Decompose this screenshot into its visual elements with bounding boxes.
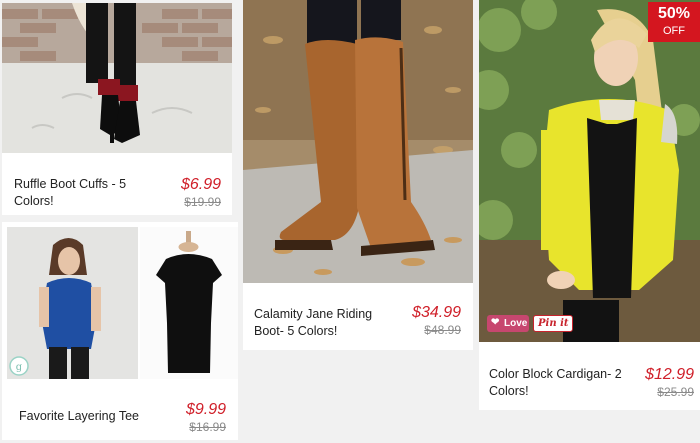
product-image-boot-cuffs[interactable] <box>2 3 232 153</box>
sale-price: $6.99 <box>180 176 221 193</box>
price-block: $34.99 $48.99 <box>412 304 461 338</box>
heart-icon: ❤ <box>491 317 500 328</box>
discount-percent: 50% <box>657 5 691 22</box>
price-block: $6.99 $19.99 <box>181 176 221 210</box>
product-image-tee-flat[interactable] <box>140 227 238 379</box>
product-image-riding-boot[interactable] <box>243 0 473 283</box>
tee-model-photo: g <box>7 227 138 379</box>
original-price: $16.99 <box>189 420 226 434</box>
product-image-cardigan[interactable] <box>479 0 700 342</box>
boot-cuffs-photo <box>2 3 232 153</box>
pin-it-label: Pin it <box>538 318 569 329</box>
sale-price: $9.99 <box>185 401 226 418</box>
product-image-tee-model[interactable]: g <box>7 227 138 379</box>
svg-text:g: g <box>16 362 23 373</box>
tee-mannequin-photo <box>140 227 238 379</box>
product-card-calamity-jane-boot[interactable]: Calamity Jane Riding Boot- 5 Colors! $34… <box>243 0 473 350</box>
product-card-favorite-layering-tee[interactable]: g Favorite Layering Tee $9.99 $16.99 <box>2 222 238 440</box>
original-price: $25.99 <box>657 385 694 399</box>
original-price: $48.99 <box>424 323 461 337</box>
discount-badge: 50% OFF <box>648 2 700 42</box>
product-name[interactable]: Ruffle Boot Cuffs - 5 Colors! <box>14 176 154 210</box>
love-button[interactable]: ❤ Love <box>487 315 529 332</box>
product-name[interactable]: Favorite Layering Tee <box>19 408 169 425</box>
sale-price: $12.99 <box>645 366 694 383</box>
product-name[interactable]: Color Block Cardigan- 2 Colors! <box>489 366 634 400</box>
sale-price: $34.99 <box>412 304 461 321</box>
product-card-color-block-cardigan[interactable]: 50% OFF ❤ Love Pin it Color Block Cardig… <box>479 0 700 410</box>
price-block: $12.99 $25.99 <box>645 366 694 400</box>
pin-it-button[interactable]: Pin it <box>533 315 573 332</box>
original-price: $19.99 <box>184 195 221 209</box>
riding-boot-photo <box>243 0 473 283</box>
discount-label: OFF <box>663 25 685 37</box>
price-block: $9.99 $16.99 <box>186 401 226 435</box>
love-label: Love <box>504 318 528 329</box>
product-card-ruffle-boot-cuffs[interactable]: Ruffle Boot Cuffs - 5 Colors! $6.99 $19.… <box>2 3 232 215</box>
cardigan-photo <box>479 0 700 342</box>
product-name[interactable]: Calamity Jane Riding Boot- 5 Colors! <box>254 306 399 340</box>
